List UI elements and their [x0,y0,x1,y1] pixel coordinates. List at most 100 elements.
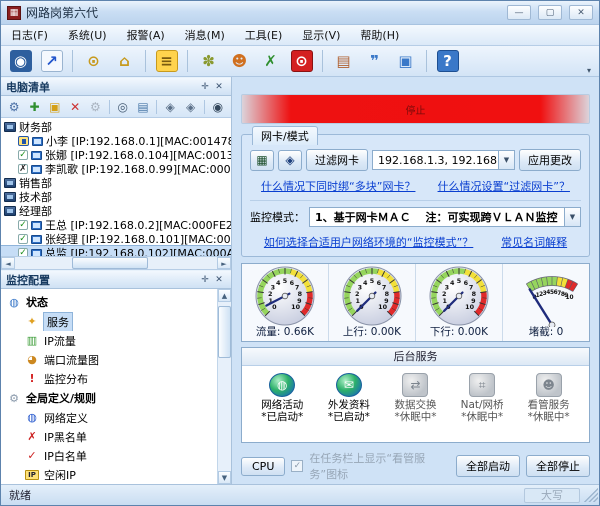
resize-grip[interactable] [584,488,598,502]
key-config-icon[interactable]: ⚙ [5,98,23,116]
settings-icon[interactable]: ⚙ [86,98,104,116]
tree-section-row[interactable]: ⚙全局定义/规则 [1,388,217,408]
computer-row[interactable]: ✓张娜 [IP:192.168.0.104][MAC:001321C18AA1] [1,148,231,162]
find-icon[interactable]: ◎ [114,98,132,116]
toolbar-button[interactable]: ◉ [7,48,34,74]
info-icon[interactable]: ◉ [209,98,227,116]
tree-group-row[interactable]: 财务部 [1,120,231,134]
checkbox-checked-icon[interactable]: ✓ [18,150,28,160]
taskbar-icon-checkbox[interactable]: ✓ [291,460,303,472]
computer-row[interactable]: 小李 [IP:192.168.0.1][MAC:00147893AAFE] [1,134,231,148]
service-item[interactable]: ✉外发资料*已启动* [323,373,376,435]
add-group-icon[interactable]: ▣ [46,98,64,116]
vscroll-thumb[interactable] [218,306,231,358]
vertical-scrollbar[interactable]: ▲ ▼ [217,289,231,484]
monitor-item-row[interactable]: ✗IP黑名单 [1,427,217,446]
multi-nic-help-link[interactable]: 什么情况下同时绑“多块”网卡？ [261,178,415,194]
lock-open-icon[interactable]: ◈ [161,98,179,116]
tree-group-row[interactable]: 经理部 [1,204,231,218]
ip-traffic-icon: ▥ [25,334,39,347]
nic-combobox[interactable]: 192.168.1.3, 192.168.0.105 ▼ [372,150,515,170]
toolbar-button[interactable]: ⊙ [288,48,315,74]
scroll-left-icon[interactable]: ◄ [1,257,15,269]
toolbar-overflow-icon[interactable]: ▾ [587,66,593,76]
checkbox-checked-icon[interactable]: ✓ [18,234,28,244]
monitor-item-row[interactable]: ◍网络定义 [1,408,217,427]
pin-icon[interactable]: ✛ [198,82,212,92]
close-panel-icon[interactable]: ✕ [212,82,226,92]
toolbar-button[interactable]: ⊙ [80,48,107,74]
add-computer-icon[interactable]: ✚ [25,98,43,116]
nic-icon-button[interactable]: ▦ [250,150,274,171]
apply-changes-button[interactable]: 应用更改 [519,149,581,171]
toolbar-button[interactable]: ☻ [226,48,253,74]
menu-item-3[interactable]: 消息(M) [185,27,225,43]
computer-row[interactable]: ✓王总 [IP:192.168.0.2][MAC:000FE202036A] [1,218,231,232]
monitor-item-row[interactable]: ✦服务 [1,312,217,331]
checkbox-crossed-icon[interactable]: ✗ [18,164,28,174]
checkbox-checked-icon[interactable]: ✓ [18,220,28,230]
menu-item-0[interactable]: 日志(F) [11,27,48,43]
toolbar-button[interactable]: ✽ [195,48,222,74]
toolbar-button[interactable]: ≡ [153,48,180,74]
gauge-label: 流量: 0.66K [256,324,314,339]
toolbar-button[interactable]: ? [434,48,461,74]
close-panel-icon[interactable]: ✕ [212,275,226,285]
monitor-item-row[interactable]: IP空闲IP [1,465,217,484]
monitor-item-row[interactable]: ✓IP白名单 [1,446,217,465]
computer-icon [31,249,42,258]
filter-nic-button[interactable]: 过滤网卡 [306,149,368,171]
menu-item-1[interactable]: 系统(U) [68,27,107,43]
menu-item-5[interactable]: 显示(V) [302,27,340,43]
lock-closed-icon[interactable]: ◈ [181,98,199,116]
delete-icon[interactable]: ✕ [66,98,84,116]
checkbox-checked-icon[interactable]: ✓ [18,248,28,257]
monitor-mode-combobox[interactable]: 1、基于网卡ＭＡＣ 注：可实现跨ＶＬＡＮ监控 ▼ [309,207,581,227]
scroll-down-icon[interactable]: ▼ [218,471,231,484]
chevron-down-icon[interactable]: ▼ [564,208,580,226]
toolbar-button[interactable]: ▣ [392,48,419,74]
stop-all-button[interactable]: 全部停止 [526,455,590,477]
scroll-up-icon[interactable]: ▲ [218,289,231,302]
computer-row[interactable]: ✗李凯歌 [IP:192.168.0.99][MAC:0003EA840000 [1,162,231,176]
cpu-button[interactable]: CPU [241,457,285,476]
service-item[interactable]: ⇄数据交换*休眠中* [389,373,442,435]
service-item[interactable]: ◍网络活动*已启动* [256,373,309,435]
service-item[interactable]: ☻看管服务*休眠中* [522,373,575,435]
svg-text:6: 6 [290,279,295,287]
toolbar-button[interactable]: ✗ [257,48,284,74]
glossary-link[interactable]: 常见名词解释 [501,234,567,250]
close-button[interactable]: ✕ [569,5,593,20]
minimize-button[interactable]: — [507,5,531,20]
scroll-right-icon[interactable]: ► [217,257,231,269]
monitor-item-row[interactable]: ▥IP流量 [1,331,217,350]
toolbar-button[interactable]: ↗ [38,48,65,74]
tree-section-row[interactable]: ◍状态 [1,292,217,312]
menu-item-6[interactable]: 帮助(H) [360,27,399,43]
lock-button[interactable]: ◈ [278,150,302,171]
monitor-item-row[interactable]: !监控分布 [1,369,217,388]
maximize-button[interactable]: ▢ [538,5,562,20]
toolbar-button[interactable]: ❞ [361,48,388,74]
gauge-cell-3: 012345678910堵截: 0 [503,264,589,341]
monitor-item-row[interactable]: ◕端口流量图 [1,350,217,369]
menu-item-4[interactable]: 工具(E) [245,27,283,43]
start-all-button[interactable]: 全部启动 [456,455,520,477]
form-icon[interactable]: ▤ [134,98,152,116]
chevron-down-icon[interactable]: ▼ [498,151,514,169]
paused-state-icon[interactable] [18,136,29,146]
computer-row[interactable]: ✓总监 [IP:192.168.0.102][MAC:000AE6EDA629] [1,246,231,257]
pin-icon[interactable]: ✛ [198,275,212,285]
choose-mode-help-link[interactable]: 如何选择合适用户网络环境的“监控模式”？ [264,234,473,250]
horizontal-scrollbar[interactable]: ◄ ► [1,257,231,270]
menu-item-2[interactable]: 报警(A) [127,27,165,43]
toolbar-button[interactable]: ⌂ [111,48,138,74]
filter-nic-help-link[interactable]: 什么情况设置“过滤网卡”？ [438,178,570,194]
toolbar-button[interactable]: ▤ [330,48,357,74]
service-item[interactable]: ⌗Nat/网桥*休眠中* [456,373,509,435]
monitor-item-label: 端口流量图 [44,352,99,368]
tree-group-row[interactable]: 技术部 [1,190,231,204]
computer-row[interactable]: ✓张经理 [IP:192.168.0.101][MAC:00086A6172D [1,232,231,246]
hscroll-thumb[interactable] [72,257,149,269]
tree-group-row[interactable]: 销售部 [1,176,231,190]
